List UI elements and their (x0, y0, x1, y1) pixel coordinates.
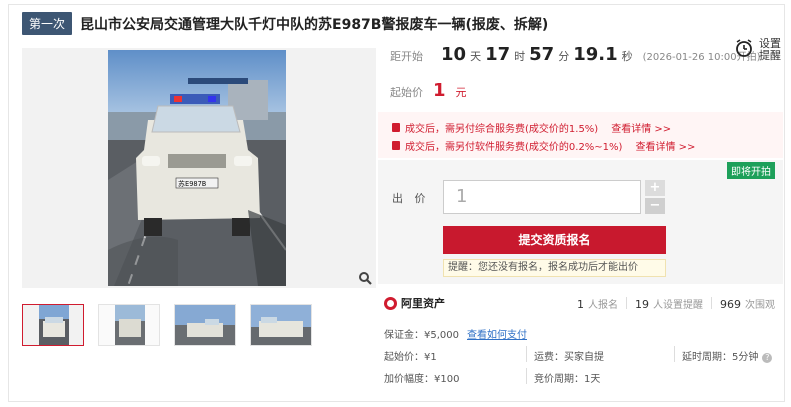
bid-area: 即将开拍 出 价 1 + − 提交资质报名 提醒：您还没有报名，报名成功后才能出… (378, 160, 783, 284)
platform-name: 阿里资产 (401, 297, 445, 310)
fee-notice-1: 成交后，需另付综合服务费(成交价的1.5%) 查看详情 >> (392, 120, 671, 135)
view-number: 969 (720, 297, 741, 311)
deposit-row: 保证金：¥5,000 查看如何支付 (384, 326, 527, 341)
main-photo-panel: 苏E987B (22, 48, 376, 288)
delay-text: 延时周期：5分钟 (682, 352, 759, 363)
thumbnail-1[interactable] (22, 304, 84, 346)
detail-shipping: 运费：买家自提 (534, 352, 604, 363)
divider (674, 346, 675, 362)
upcoming-badge: 即将开拍 (727, 162, 775, 179)
detail-increment: 加价幅度：¥100 (384, 374, 460, 385)
thumbnail-strip (22, 304, 312, 346)
help-icon[interactable]: ? (762, 353, 773, 363)
start-price-label: 起始价 (390, 86, 423, 99)
payment-howto-link[interactable]: 查看如何支付 (467, 330, 527, 341)
countdown-days: 10 (441, 44, 467, 65)
zoom-icon[interactable] (358, 270, 372, 285)
deposit-text: 保证金：¥5,000 (384, 330, 459, 341)
auction-title: 昆山市公安局交通管理大队千灯中队的苏E987B警报废车一辆(报废、拆解) (80, 16, 549, 33)
start-price-value: 1 (433, 80, 446, 101)
detail-delay: 延时周期：5分钟? (682, 348, 773, 363)
registration-hint: 提醒：您还没有报名，报名成功后才能出价 (443, 259, 666, 277)
view-count: 969 次围观 (720, 296, 775, 311)
countdown-hours-unit: 时 (514, 50, 526, 63)
fee-details-link-2[interactable]: 查看详情 >> (635, 138, 695, 153)
platform-logo[interactable]: 阿里资产 (384, 295, 445, 311)
start-price-unit: 元 (455, 86, 467, 99)
thumbnail-3[interactable] (174, 304, 236, 346)
reminder-label: 设置提醒 (759, 37, 781, 62)
auction-header: 第一次 昆山市公安局交通管理大队千灯中队的苏E987B警报废车一辆(报废、拆解) (22, 12, 548, 35)
fee-text-2: 成交后，需另付软件服务费(成交价的0.2%~1%) (405, 142, 623, 153)
fee-notice-2: 成交后，需另付软件服务费(成交价的0.2%~1%) 查看详情 >> (392, 138, 695, 153)
stats-row: 阿里资产 1 人报名 19 人设置提醒 969 次围观 (378, 290, 783, 316)
countdown-minutes: 57 (529, 44, 555, 65)
round-badge: 第一次 (22, 12, 73, 35)
signup-label: 人报名 (588, 299, 618, 311)
countdown-seconds: 19.1 (573, 44, 618, 65)
detail-start-price: 起始价：¥1 (384, 352, 437, 363)
countdown-days-unit: 天 (470, 50, 482, 63)
detail-bid-cycle: 竞价周期：1天 (534, 374, 601, 385)
decrease-bid-button[interactable]: − (645, 198, 665, 214)
reminder-count: 19 人设置提醒 (635, 296, 703, 311)
countdown-seconds-unit: 秒 (621, 50, 633, 63)
divider (526, 346, 527, 362)
bag-icon (392, 123, 400, 132)
view-label: 次围观 (745, 299, 775, 311)
fee-details-link-1[interactable]: 查看详情 >> (611, 120, 671, 135)
reminder-count-label: 人设置提醒 (653, 299, 703, 311)
set-reminder-button[interactable]: 设置提醒 (734, 38, 781, 62)
divider (526, 368, 527, 384)
countdown: 距开始 10 天 17 时 57 分 19.1 秒 (2026-01-26 10… (390, 44, 761, 65)
countdown-label: 距开始 (390, 50, 423, 63)
signup-count: 1 人报名 (577, 296, 618, 311)
thumbnail-2[interactable] (98, 304, 160, 346)
countdown-minutes-unit: 分 (558, 50, 570, 63)
svg-text:苏E987B: 苏E987B (178, 179, 206, 188)
fee-text-1: 成交后，需另付综合服务费(成交价的1.5%) (405, 124, 599, 135)
divider (626, 297, 627, 309)
reminder-number: 19 (635, 297, 649, 311)
signup-number: 1 (577, 297, 584, 311)
main-photo[interactable]: 苏E987B (108, 50, 286, 286)
bid-amount-input[interactable]: 1 (443, 180, 641, 214)
bag-icon (392, 141, 400, 150)
ali-assets-logo-icon (384, 296, 397, 310)
start-price: 起始价 1 元 (390, 80, 467, 101)
fee-notices: 成交后，需另付综合服务费(成交价的1.5%) 查看详情 >> 成交后，需另付软件… (378, 112, 783, 158)
thumbnail-4[interactable] (250, 304, 312, 346)
alarm-clock-icon (734, 38, 754, 62)
submit-registration-button[interactable]: 提交资质报名 (443, 226, 666, 254)
increase-bid-button[interactable]: + (645, 180, 665, 196)
countdown-hours: 17 (485, 44, 511, 65)
divider (711, 297, 712, 309)
bid-label: 出 价 (392, 192, 430, 205)
